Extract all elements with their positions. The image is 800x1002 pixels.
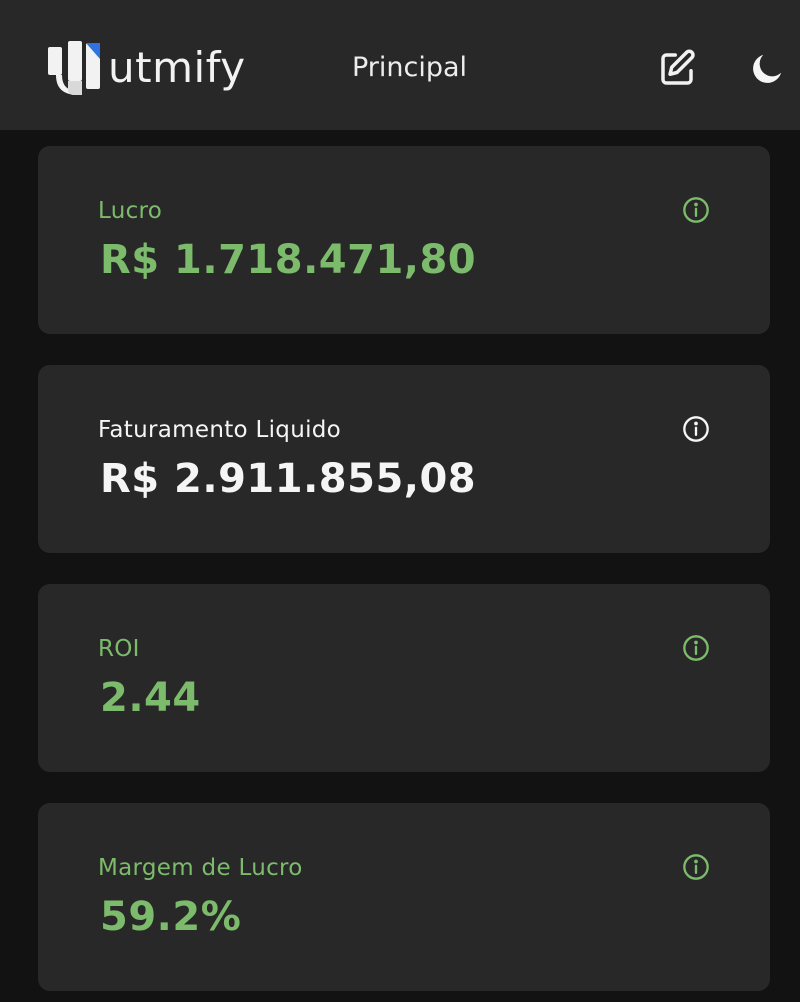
card-label: ROI [98, 636, 140, 662]
brand-logo[interactable]: utmify [48, 40, 246, 96]
page-title: Principal [352, 52, 468, 83]
card-label: Lucro [98, 198, 163, 224]
card-lucro: Lucro R$ 1.718.471,80 [38, 146, 770, 334]
moon-icon [753, 54, 782, 83]
info-icon[interactable] [682, 853, 710, 881]
card-roi: ROI 2.44 [38, 584, 770, 772]
card-value: 59.2% [100, 894, 242, 940]
top-bar: utmify Principal [0, 0, 800, 130]
card-margem-de-lucro: Margem de Lucro 59.2% [38, 803, 770, 991]
card-faturamento-liquido: Faturamento Liquido R$ 2.911.855,08 [38, 365, 770, 553]
card-value: R$ 2.911.855,08 [100, 456, 477, 502]
info-icon[interactable] [682, 415, 710, 443]
utmify-logo-icon [48, 41, 100, 95]
info-icon[interactable] [682, 634, 710, 662]
edit-icon [661, 49, 695, 85]
card-label: Faturamento Liquido [98, 417, 342, 443]
card-value: R$ 1.718.471,80 [100, 237, 477, 283]
brand-name: utmify [108, 43, 246, 92]
theme-toggle-button[interactable] [744, 46, 790, 92]
card-value: 2.44 [100, 675, 201, 721]
card-label: Margem de Lucro [98, 855, 303, 881]
edit-button[interactable] [654, 46, 700, 92]
info-icon[interactable] [682, 196, 710, 224]
